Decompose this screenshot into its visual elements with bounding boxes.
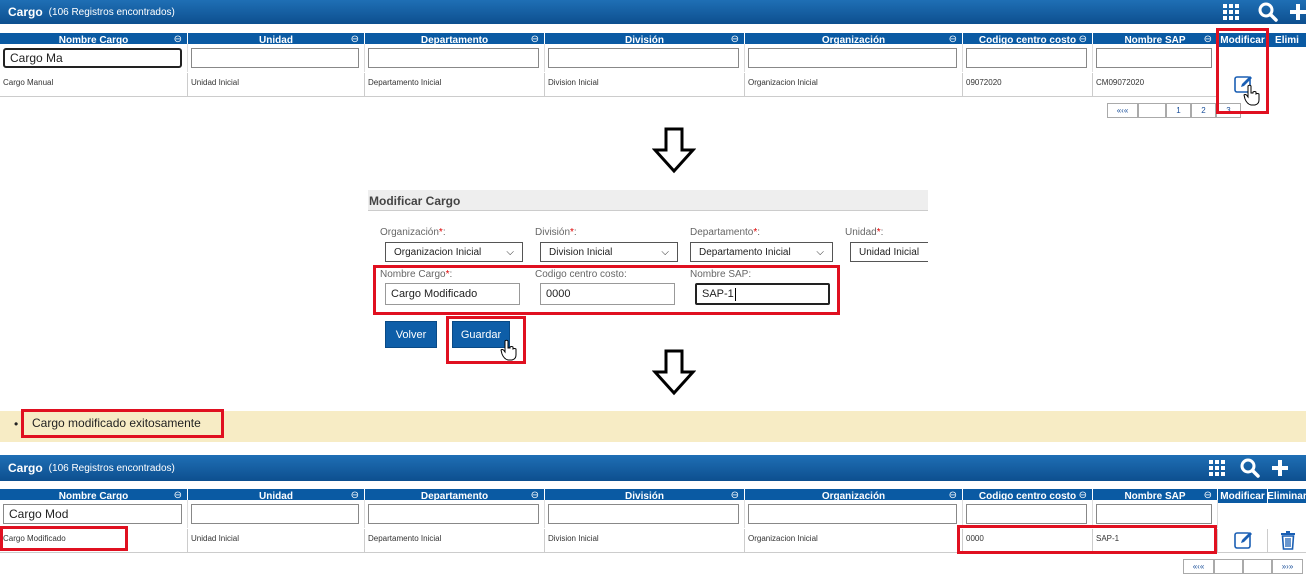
cell-organizacion: Organizacion Inicial xyxy=(745,73,963,97)
page-prev-button[interactable] xyxy=(1214,559,1243,574)
record-count: (106 Registros encontrados) xyxy=(48,6,175,18)
filter-organizacion[interactable] xyxy=(748,48,957,68)
filter-sap[interactable] xyxy=(1096,48,1212,68)
cell-nombre-cargo: Cargo Manual xyxy=(0,73,188,97)
highlight-message xyxy=(21,409,224,438)
page-prev-button[interactable] xyxy=(1138,103,1166,118)
page-next-button[interactable] xyxy=(1243,559,1272,574)
cell-division: Division Inicial xyxy=(545,73,745,97)
chevron-down-icon: ⌵ xyxy=(506,246,514,258)
cell-unidad: Unidad Inicial xyxy=(188,529,365,553)
label-unidad: Unidad*: xyxy=(845,227,884,238)
plus-icon[interactable] xyxy=(1290,2,1306,22)
filter-unidad[interactable] xyxy=(191,48,359,68)
back-button[interactable]: Volver xyxy=(385,321,437,348)
page-first-button[interactable]: «‹« xyxy=(1107,103,1138,118)
cell-unidad: Unidad Inicial xyxy=(188,73,365,97)
filter-departamento[interactable] xyxy=(368,504,539,524)
highlight-modificar xyxy=(1216,28,1269,114)
record-count: (106 Registros encontrados) xyxy=(48,462,175,474)
top-grid-titlebar: Cargo (106 Registros encontrados) xyxy=(0,0,1306,24)
cell-departamento: Departamento Inicial xyxy=(365,529,545,553)
page-2-button[interactable]: 2 xyxy=(1191,103,1216,118)
down-arrow-icon xyxy=(652,127,696,174)
form-title: Modificar Cargo xyxy=(368,190,928,211)
filter-codigo[interactable] xyxy=(966,504,1087,524)
filter-codigo[interactable] xyxy=(966,48,1087,68)
label-organizacion: Organización*: xyxy=(380,227,446,238)
grid-title: Cargo xyxy=(8,5,43,19)
page-first-button[interactable]: «‹« xyxy=(1183,559,1214,574)
message-bullet: • xyxy=(14,417,19,431)
pencil-icon[interactable] xyxy=(1234,530,1254,550)
plus-icon[interactable] xyxy=(1272,458,1288,478)
bottom-grid-titlebar: Cargo (106 Registros encontrados) xyxy=(0,455,1306,481)
cell-codigo: 09072020 xyxy=(963,73,1093,97)
chevron-down-icon: ⌵ xyxy=(816,246,824,258)
page-1-button[interactable]: 1 xyxy=(1166,103,1191,118)
label-division: División*: xyxy=(535,227,577,238)
highlight-codigo-sap xyxy=(957,525,1217,554)
label-departamento: Departamento*: xyxy=(690,227,761,238)
division-select[interactable]: Division Inicial ⌵ xyxy=(540,242,678,262)
cell-departamento: Departamento Inicial xyxy=(365,73,545,97)
top-filter-row: Cargo Ma xyxy=(0,44,1306,72)
cell-sap: CM09072020 xyxy=(1093,73,1218,97)
screenshot-composite: Cargo (106 Registros encontrados) Nombre… xyxy=(0,0,1306,580)
filter-unidad[interactable] xyxy=(191,504,359,524)
filter-division[interactable] xyxy=(548,48,739,68)
organizacion-select[interactable]: Organizacion Inicial ⌵ xyxy=(385,242,523,262)
page-last-button[interactable]: »›» xyxy=(1272,559,1303,574)
filter-organizacion[interactable] xyxy=(748,504,957,524)
highlight-fields xyxy=(373,265,840,315)
filter-nombre-cargo[interactable]: Cargo Ma xyxy=(3,48,182,68)
highlight-nombre-cargo xyxy=(0,526,128,551)
cell-organizacion: Organizacion Inicial xyxy=(745,529,963,553)
bottom-filter-row: Cargo Mod xyxy=(0,500,1306,528)
departamento-select[interactable]: Departamento Inicial ⌵ xyxy=(690,242,833,262)
table-row: Cargo Manual Unidad Inicial Departamento… xyxy=(0,73,1306,97)
highlight-save xyxy=(446,316,526,364)
trash-icon[interactable] xyxy=(1279,530,1297,550)
grid-title: Cargo xyxy=(8,461,43,475)
filter-sap[interactable] xyxy=(1096,504,1212,524)
grid-icon[interactable] xyxy=(1208,458,1228,478)
filter-nombre-cargo[interactable]: Cargo Mod xyxy=(3,504,182,524)
cell-division: Division Inicial xyxy=(545,529,745,553)
search-icon[interactable] xyxy=(1258,2,1278,22)
unidad-select[interactable]: Unidad Inicial xyxy=(850,242,928,262)
filter-departamento[interactable] xyxy=(368,48,539,68)
grid-icon[interactable] xyxy=(1222,2,1242,22)
down-arrow-icon xyxy=(652,349,696,396)
chevron-down-icon: ⌵ xyxy=(661,246,669,258)
search-icon[interactable] xyxy=(1240,458,1260,478)
filter-division[interactable] xyxy=(548,504,739,524)
